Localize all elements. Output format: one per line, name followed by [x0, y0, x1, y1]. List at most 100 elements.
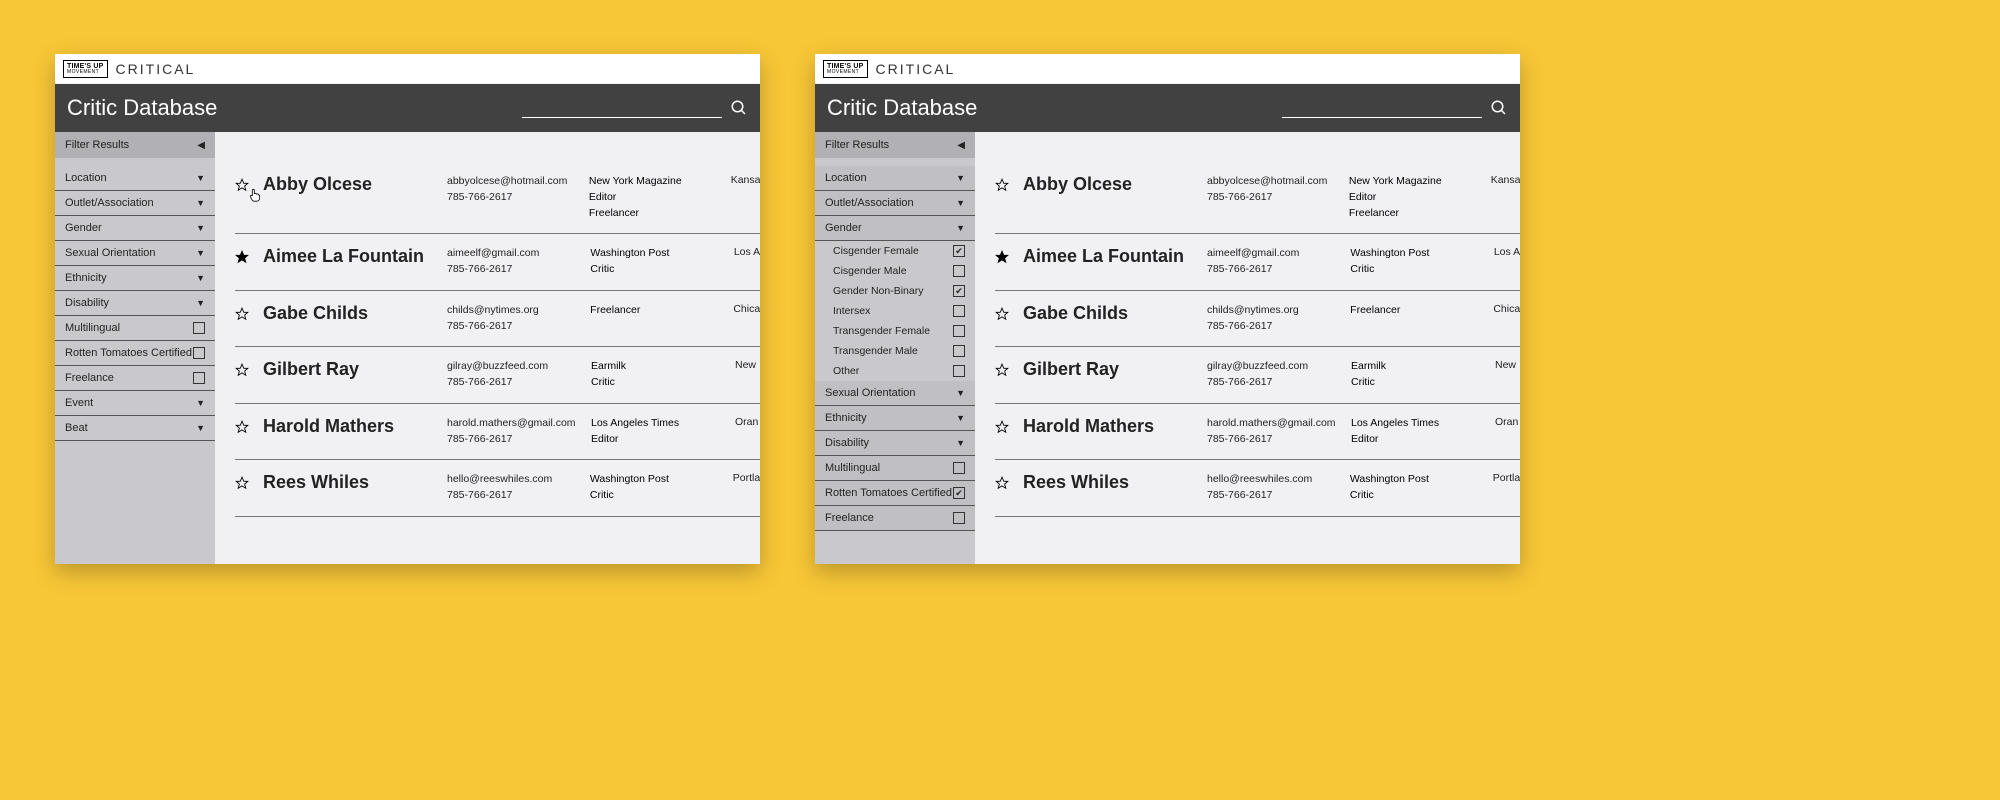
star-outline-icon[interactable]: [995, 307, 1009, 321]
star-filled-icon[interactable]: [235, 250, 249, 264]
critic-row[interactable]: Gilbert Raygilray@buzzfeed.com785-766-26…: [235, 347, 760, 404]
critic-name: Abby Olcese: [1023, 174, 1193, 195]
critic-location: New: [1495, 359, 1516, 371]
filter-rotten-tomatoes-certified[interactable]: Rotten Tomatoes Certified✔: [815, 481, 975, 506]
checkbox-icon[interactable]: [953, 325, 965, 337]
results-list: Abby Olceseabbyolcese@hotmail.com785-766…: [975, 132, 1520, 564]
star-outline-icon[interactable]: [995, 420, 1009, 434]
checkbox-icon[interactable]: [193, 372, 205, 384]
critic-row[interactable]: Harold Mathersharold.mathers@gmail.com78…: [235, 404, 760, 461]
filter-option-cisgender-male[interactable]: Cisgender Male: [815, 261, 975, 281]
checkbox-icon[interactable]: [953, 462, 965, 474]
filter-sexual-orientation[interactable]: Sexual Orientation▼: [55, 241, 215, 266]
search-icon[interactable]: [1490, 99, 1508, 117]
filter-option-transgender-female[interactable]: Transgender Female: [815, 321, 975, 341]
checkbox-icon[interactable]: [193, 347, 205, 359]
star-outline-icon[interactable]: [235, 363, 249, 377]
filter-event[interactable]: Event▼: [55, 391, 215, 416]
checkbox-icon[interactable]: [953, 365, 965, 377]
critic-row[interactable]: Aimee La Fountainaimeelf@gmail.com785-76…: [235, 234, 760, 291]
filter-sidebar: Filter Results ◀ Location▼Outlet/Associa…: [55, 132, 215, 564]
star-outline-icon[interactable]: [235, 420, 249, 434]
checkbox-icon[interactable]: [953, 305, 965, 317]
filter-gender[interactable]: Gender▼: [815, 216, 975, 241]
critic-meta: Washington PostCritic: [590, 472, 719, 504]
filter-ethnicity[interactable]: Ethnicity▼: [815, 406, 975, 431]
filter-sexual-orientation[interactable]: Sexual Orientation▼: [815, 381, 975, 406]
filter-rotten-tomatoes-certified[interactable]: Rotten Tomatoes Certified: [55, 341, 215, 366]
caret-down-icon: ▼: [196, 423, 205, 433]
filter-label: Disability: [65, 297, 109, 309]
star-outline-icon[interactable]: [235, 476, 249, 490]
filter-location[interactable]: Location▼: [55, 166, 215, 191]
caret-down-icon: ▼: [196, 248, 205, 258]
critic-row[interactable]: Gilbert Raygilray@buzzfeed.com785-766-26…: [995, 347, 1520, 404]
filter-gender[interactable]: Gender▼: [55, 216, 215, 241]
checkbox-icon[interactable]: [193, 322, 205, 334]
filter-option-transgender-male[interactable]: Transgender Male: [815, 341, 975, 361]
filter-option-gender-non-binary[interactable]: Gender Non-Binary✔: [815, 281, 975, 301]
page-title: Critic Database: [67, 95, 217, 121]
filter-freelance[interactable]: Freelance: [815, 506, 975, 531]
filter-disability[interactable]: Disability ▼: [55, 291, 215, 316]
caret-down-icon: ▼: [196, 198, 205, 208]
star-outline-icon[interactable]: [995, 178, 1009, 192]
filter-location[interactable]: Location▼: [815, 166, 975, 191]
filter-option-other[interactable]: Other: [815, 361, 975, 381]
filter-multilingual[interactable]: Multilingual: [815, 456, 975, 481]
filter-sidebar: Filter Results ◀ Location▼Outlet/Associa…: [815, 132, 975, 564]
search-input[interactable]: [1282, 98, 1482, 118]
checkbox-icon[interactable]: [953, 265, 965, 277]
search-input[interactable]: [522, 98, 722, 118]
critic-row[interactable]: Rees Whileshello@reeswhiles.com785-766-2…: [235, 460, 760, 517]
filter-ethnicity[interactable]: Ethnicity▼: [55, 266, 215, 291]
critic-row[interactable]: Abby Olceseabbyolcese@hotmail.com785-766…: [235, 162, 760, 234]
filter-outlet-association[interactable]: Outlet/Association▼: [55, 191, 215, 216]
filter-results-header[interactable]: Filter Results ◀: [55, 132, 215, 158]
topbar: TIME'S UP MOVEMENT CRITICAL: [55, 54, 760, 84]
checkbox-icon[interactable]: [953, 512, 965, 524]
star-outline-icon[interactable]: [995, 363, 1009, 377]
filter-freelance[interactable]: Freelance: [55, 366, 215, 391]
filter-label: Multilingual: [65, 322, 120, 334]
filter-label: Rotten Tomatoes Certified: [825, 487, 952, 499]
critic-location: Oran: [735, 416, 758, 428]
logo-timesup: TIME'S UP MOVEMENT: [823, 60, 868, 78]
star-filled-icon[interactable]: [995, 250, 1009, 264]
search-wrap: [522, 98, 748, 118]
critic-name: Aimee La Fountain: [263, 246, 433, 267]
filter-option-intersex[interactable]: Intersex: [815, 301, 975, 321]
checkbox-icon[interactable]: ✔: [953, 245, 965, 257]
filter-label: Beat: [65, 422, 88, 434]
critic-row[interactable]: Gabe Childschilds@nytimes.org785-766-261…: [995, 291, 1520, 348]
checkbox-icon[interactable]: ✔: [953, 285, 965, 297]
search-icon[interactable]: [730, 99, 748, 117]
critic-row[interactable]: Aimee La Fountainaimeelf@gmail.com785-76…: [995, 234, 1520, 291]
critic-name: Harold Mathers: [1023, 416, 1193, 437]
collapse-sidebar-icon[interactable]: ◀: [197, 140, 205, 151]
filter-multilingual[interactable]: Multilingual: [55, 316, 215, 341]
filter-outlet-association[interactable]: Outlet/Association▼: [815, 191, 975, 216]
critic-row[interactable]: Harold Mathersharold.mathers@gmail.com78…: [995, 404, 1520, 461]
filter-label: Multilingual: [825, 462, 880, 474]
star-outline-icon[interactable]: [995, 476, 1009, 490]
filter-label: Disability: [825, 437, 869, 449]
critic-meta: Washington PostCritic: [1350, 472, 1479, 504]
filter-beat[interactable]: Beat ▼: [55, 416, 215, 441]
filter-results-header[interactable]: Filter Results ◀: [815, 132, 975, 158]
critic-row[interactable]: Abby Olceseabbyolcese@hotmail.com785-766…: [995, 162, 1520, 234]
critic-location: New: [735, 359, 756, 371]
checkbox-icon[interactable]: [953, 345, 965, 357]
collapse-sidebar-icon[interactable]: ◀: [957, 140, 965, 151]
caret-down-icon: ▼: [196, 298, 205, 308]
filter-option-cisgender-female[interactable]: Cisgender Female✔: [815, 241, 975, 261]
option-label: Transgender Female: [833, 325, 930, 337]
brand-product: CRITICAL: [876, 61, 956, 77]
star-outline-icon[interactable]: [235, 178, 249, 192]
critic-row[interactable]: Gabe Childschilds@nytimes.org785-766-261…: [235, 291, 760, 348]
star-outline-icon[interactable]: [235, 307, 249, 321]
critic-row[interactable]: Rees Whileshello@reeswhiles.com785-766-2…: [995, 460, 1520, 517]
critic-database-window-collapsed: TIME'S UP MOVEMENT CRITICAL Critic Datab…: [55, 54, 760, 564]
checkbox-icon[interactable]: ✔: [953, 487, 965, 499]
filter-disability[interactable]: Disability▼: [815, 431, 975, 456]
